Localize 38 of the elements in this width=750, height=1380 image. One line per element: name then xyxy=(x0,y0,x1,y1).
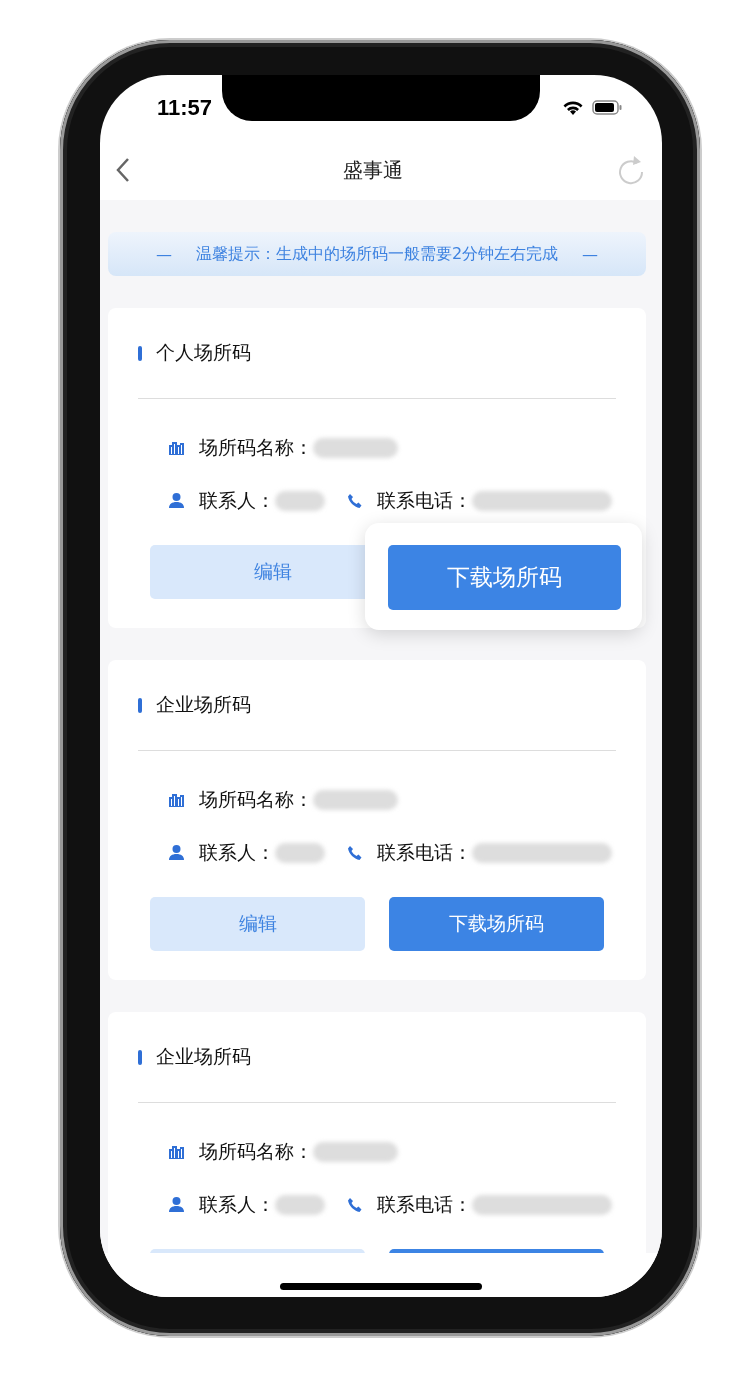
blurred-value xyxy=(275,842,325,863)
field-label: 联系电话： xyxy=(377,1191,472,1217)
status-time: 11:57 xyxy=(157,94,213,121)
field-label: 联系电话： xyxy=(377,487,472,513)
phone-icon xyxy=(347,1196,363,1213)
field-label: 联系人： xyxy=(199,1191,275,1217)
person-icon xyxy=(168,844,185,861)
notice-text: 温馨提示：生成中的场所码一般需要2分钟左右完成 xyxy=(195,243,559,265)
field-label: 场所码名称： xyxy=(199,434,313,460)
person-icon xyxy=(168,1196,185,1213)
back-icon[interactable] xyxy=(116,157,130,183)
phone-icon xyxy=(347,844,363,861)
field-label: 场所码名称： xyxy=(199,1138,313,1164)
building-icon xyxy=(168,439,185,456)
card-title: 企业场所码 xyxy=(156,692,251,717)
field-label: 联系电话： xyxy=(377,839,472,865)
download-button[interactable]: 下载场所码 xyxy=(389,897,604,951)
building-icon xyxy=(168,791,185,808)
card-title: 企业场所码 xyxy=(156,1044,251,1069)
blurred-value xyxy=(275,490,325,511)
blurred-value xyxy=(275,1194,325,1215)
field-label: 联系人： xyxy=(199,839,275,865)
card-title: 个人场所码 xyxy=(156,340,251,365)
title-marker xyxy=(138,1049,142,1065)
wifi-icon xyxy=(562,99,584,116)
title-marker xyxy=(138,345,142,361)
dash: — xyxy=(155,244,172,264)
download-button[interactable]: 下载场所码 xyxy=(388,545,621,610)
page-title: 盛事通 xyxy=(343,156,403,184)
dash: — xyxy=(582,244,599,264)
field-label: 场所码名称： xyxy=(199,786,313,812)
building-icon xyxy=(168,1143,185,1160)
phone-icon xyxy=(347,492,363,509)
person-icon xyxy=(168,492,185,509)
edit-button[interactable]: 编辑 xyxy=(150,897,365,951)
title-marker xyxy=(138,697,142,713)
field-label: 联系人： xyxy=(199,487,275,513)
battery-icon xyxy=(592,100,622,115)
